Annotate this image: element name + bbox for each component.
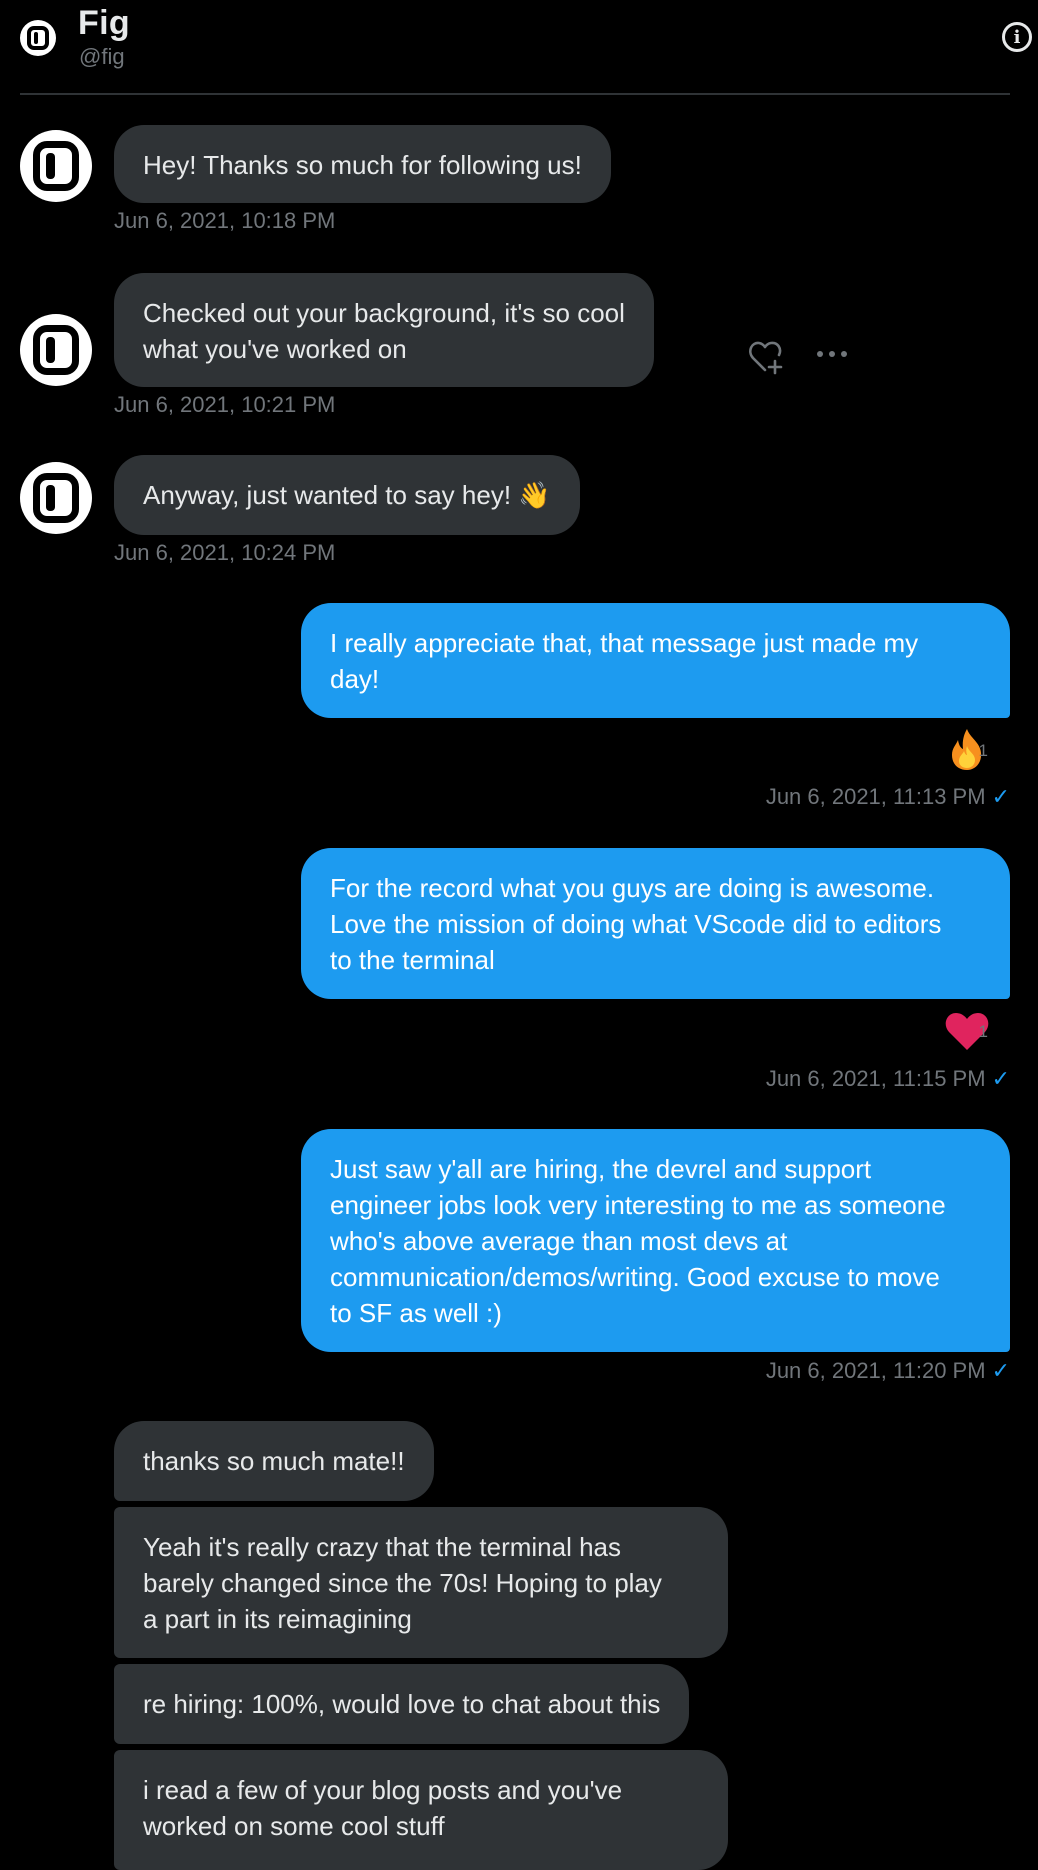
reaction-count: 1 — [978, 741, 988, 760]
more-options-icon[interactable] — [817, 351, 847, 357]
sender-avatar[interactable] — [20, 462, 92, 534]
sender-avatar[interactable] — [20, 130, 92, 202]
fig-logo-icon — [33, 325, 79, 375]
message-bubble-outgoing[interactable]: Just saw y'all are hiring, the devrel an… — [301, 1129, 1010, 1352]
conversation-header: Fig @fig i — [0, 0, 1038, 95]
message-timestamp: Jun 6, 2021, 10:24 PM — [114, 540, 336, 565]
reaction-count: 1 — [978, 1022, 988, 1041]
waving-hand-emoji: 👋 — [518, 480, 551, 510]
fig-logo-icon — [27, 26, 49, 50]
message-bubble[interactable]: Checked out your background, it's so coo… — [114, 273, 654, 387]
message-timestamp: Jun 6, 2021, 10:21 PM — [114, 392, 336, 417]
seen-check-icon: ✓ — [991, 1066, 1010, 1091]
seen-check-icon: ✓ — [991, 784, 1010, 809]
message-bubble-outgoing[interactable]: I really appreciate that, that message j… — [301, 603, 1010, 718]
header-divider — [20, 93, 1010, 95]
message-text: Anyway, just wanted to say hey! — [143, 480, 519, 510]
message-bubble[interactable]: thanks so much mate!! — [114, 1421, 434, 1501]
fig-logo-avatar[interactable] — [20, 20, 56, 56]
message-bubble[interactable]: re hiring: 100%, would love to chat abou… — [114, 1664, 690, 1744]
conversation-title[interactable]: Fig — [78, 4, 130, 43]
seen-check-icon: ✓ — [991, 1358, 1010, 1383]
timestamp-text: Jun 6, 2021, 11:20 PM — [765, 1358, 986, 1383]
message-timestamp: Jun 6, 2021, 11:20 PM ✓ — [766, 1358, 1010, 1384]
sender-avatar[interactable] — [20, 314, 92, 386]
message-bubble[interactable]: Hey! Thanks so much for following us! — [114, 125, 611, 203]
message-timestamp: Jun 6, 2021, 11:15 PM ✓ — [766, 1066, 1010, 1092]
message-bubble[interactable]: i read a few of your blog posts and you'… — [114, 1750, 728, 1870]
message-timestamp: Jun 6, 2021, 11:13 PM ✓ — [766, 784, 1010, 810]
conversation-handle: @fig — [79, 44, 125, 69]
timestamp-text: Jun 6, 2021, 11:13 PM — [765, 784, 986, 809]
fig-logo-icon — [33, 473, 79, 523]
info-icon[interactable]: i — [1002, 22, 1032, 52]
message-actions — [748, 336, 858, 376]
fig-logo-icon — [33, 141, 79, 191]
timestamp-text: Jun 6, 2021, 11:15 PM — [765, 1066, 986, 1091]
add-reaction-icon[interactable] — [748, 336, 858, 376]
message-bubble[interactable]: Anyway, just wanted to say hey! 👋 — [114, 455, 580, 535]
message-timestamp: Jun 6, 2021, 10:18 PM — [114, 208, 336, 233]
message-bubble-outgoing[interactable]: For the record what you guys are doing i… — [301, 848, 1010, 999]
message-bubble[interactable]: Yeah it's really crazy that the terminal… — [114, 1507, 728, 1658]
